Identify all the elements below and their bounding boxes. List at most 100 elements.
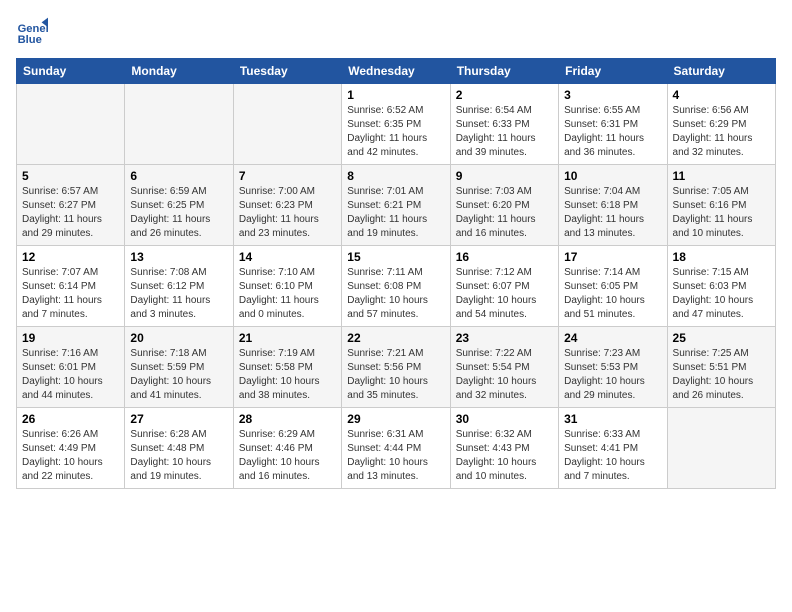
day-number: 22 xyxy=(347,331,444,345)
day-info: Sunrise: 7:14 AM Sunset: 6:05 PM Dayligh… xyxy=(564,266,661,322)
day-info: Sunrise: 6:55 AM Sunset: 6:31 PM Dayligh… xyxy=(564,104,661,160)
calendar-cell: 25 Sunrise: 7:25 AM Sunset: 5:51 PM Dayli… xyxy=(667,327,775,408)
day-info: Sunrise: 6:31 AM Sunset: 4:44 PM Dayligh… xyxy=(347,428,444,484)
day-number: 15 xyxy=(347,250,444,264)
calendar-week-2: 5Sunrise: 6:57 AM Sunset: 6:27 PM Daylig… xyxy=(17,165,776,246)
calendar-cell: 24 Sunrise: 7:23 AM Sunset: 5:53 PM Dayli… xyxy=(559,327,667,408)
day-info: Sunrise: 7:07 AM Sunset: 6:14 PM Dayligh… xyxy=(22,266,119,322)
day-info: Sunrise: 6:33 AM Sunset: 4:41 PM Dayligh… xyxy=(564,428,661,484)
day-info: Sunrise: 6:28 AM Sunset: 4:48 PM Dayligh… xyxy=(130,428,227,484)
day-number: 2 xyxy=(456,88,553,102)
calendar-week-4: 19 Sunrise: 7:16 AM Sunset: 6:01 PM Dayli… xyxy=(17,327,776,408)
calendar-cell: 12 Sunrise: 7:07 AM Sunset: 6:14 PM Dayli… xyxy=(17,246,125,327)
day-number: 5 xyxy=(22,169,119,183)
calendar-cell: 28 Sunrise: 6:29 AM Sunset: 4:46 PM Dayli… xyxy=(233,408,341,489)
calendar-cell xyxy=(17,84,125,165)
day-number: 27 xyxy=(130,412,227,426)
day-info: Sunrise: 7:04 AM Sunset: 6:18 PM Dayligh… xyxy=(564,185,661,241)
day-number: 6 xyxy=(130,169,227,183)
day-number: 31 xyxy=(564,412,661,426)
day-number: 1 xyxy=(347,88,444,102)
calendar-cell: 9 Sunrise: 7:03 AM Sunset: 6:20 PM Daylig… xyxy=(450,165,558,246)
calendar-header-saturday: Saturday xyxy=(667,59,775,84)
day-number: 13 xyxy=(130,250,227,264)
calendar-cell: 8Sunrise: 7:01 AM Sunset: 6:21 PM Daylig… xyxy=(342,165,450,246)
day-number: 30 xyxy=(456,412,553,426)
calendar-cell: 1 Sunrise: 6:52 AM Sunset: 6:35 PM Daylig… xyxy=(342,84,450,165)
day-number: 21 xyxy=(239,331,336,345)
calendar-cell: 15 Sunrise: 7:11 AM Sunset: 6:08 PM Dayli… xyxy=(342,246,450,327)
day-info: Sunrise: 7:25 AM Sunset: 5:51 PM Dayligh… xyxy=(673,347,770,403)
day-number: 14 xyxy=(239,250,336,264)
calendar-cell: 19 Sunrise: 7:16 AM Sunset: 6:01 PM Dayli… xyxy=(17,327,125,408)
calendar-cell: 17 Sunrise: 7:14 AM Sunset: 6:05 PM Dayli… xyxy=(559,246,667,327)
calendar-cell: 29Sunrise: 6:31 AM Sunset: 4:44 PM Dayli… xyxy=(342,408,450,489)
day-number: 26 xyxy=(22,412,119,426)
calendar-cell: 23Sunrise: 7:22 AM Sunset: 5:54 PM Dayli… xyxy=(450,327,558,408)
day-number: 25 xyxy=(673,331,770,345)
day-info: Sunrise: 7:11 AM Sunset: 6:08 PM Dayligh… xyxy=(347,266,444,322)
calendar-cell: 18 Sunrise: 7:15 AM Sunset: 6:03 PM Dayli… xyxy=(667,246,775,327)
day-info: Sunrise: 7:15 AM Sunset: 6:03 PM Dayligh… xyxy=(673,266,770,322)
page-header: General Blue xyxy=(16,16,776,48)
calendar-cell xyxy=(125,84,233,165)
day-number: 20 xyxy=(130,331,227,345)
day-number: 10 xyxy=(564,169,661,183)
day-number: 17 xyxy=(564,250,661,264)
calendar-cell: 21Sunrise: 7:19 AM Sunset: 5:58 PM Dayli… xyxy=(233,327,341,408)
calendar-week-1: 1 Sunrise: 6:52 AM Sunset: 6:35 PM Daylig… xyxy=(17,84,776,165)
calendar-cell: 27 Sunrise: 6:28 AM Sunset: 4:48 PM Dayli… xyxy=(125,408,233,489)
calendar-header-sunday: Sunday xyxy=(17,59,125,84)
calendar-cell: 4 Sunrise: 6:56 AM Sunset: 6:29 PM Daylig… xyxy=(667,84,775,165)
day-info: Sunrise: 6:32 AM Sunset: 4:43 PM Dayligh… xyxy=(456,428,553,484)
calendar-week-3: 12 Sunrise: 7:07 AM Sunset: 6:14 PM Dayli… xyxy=(17,246,776,327)
day-info: Sunrise: 7:12 AM Sunset: 6:07 PM Dayligh… xyxy=(456,266,553,322)
day-info: Sunrise: 6:56 AM Sunset: 6:29 PM Dayligh… xyxy=(673,104,770,160)
day-number: 18 xyxy=(673,250,770,264)
calendar-header-row: SundayMondayTuesdayWednesdayThursdayFrid… xyxy=(17,59,776,84)
calendar-header-thursday: Thursday xyxy=(450,59,558,84)
calendar-cell: 26Sunrise: 6:26 AM Sunset: 4:49 PM Dayli… xyxy=(17,408,125,489)
day-info: Sunrise: 6:59 AM Sunset: 6:25 PM Dayligh… xyxy=(130,185,227,241)
calendar-cell xyxy=(667,408,775,489)
day-number: 9 xyxy=(456,169,553,183)
day-number: 12 xyxy=(22,250,119,264)
calendar-cell: 16Sunrise: 7:12 AM Sunset: 6:07 PM Dayli… xyxy=(450,246,558,327)
calendar-cell: 30 Sunrise: 6:32 AM Sunset: 4:43 PM Dayli… xyxy=(450,408,558,489)
day-info: Sunrise: 6:29 AM Sunset: 4:46 PM Dayligh… xyxy=(239,428,336,484)
logo: General Blue xyxy=(16,16,48,48)
day-info: Sunrise: 7:01 AM Sunset: 6:21 PM Dayligh… xyxy=(347,185,444,241)
calendar-cell: 11Sunrise: 7:05 AM Sunset: 6:16 PM Dayli… xyxy=(667,165,775,246)
calendar-cell: 20 Sunrise: 7:18 AM Sunset: 5:59 PM Dayli… xyxy=(125,327,233,408)
calendar-cell: 7Sunrise: 7:00 AM Sunset: 6:23 PM Daylig… xyxy=(233,165,341,246)
calendar-cell: 13 Sunrise: 7:08 AM Sunset: 6:12 PM Dayli… xyxy=(125,246,233,327)
day-info: Sunrise: 7:10 AM Sunset: 6:10 PM Dayligh… xyxy=(239,266,336,322)
day-info: Sunrise: 7:08 AM Sunset: 6:12 PM Dayligh… xyxy=(130,266,227,322)
calendar-cell: 31 Sunrise: 6:33 AM Sunset: 4:41 PM Dayli… xyxy=(559,408,667,489)
logo-icon: General Blue xyxy=(16,16,48,48)
calendar-header-tuesday: Tuesday xyxy=(233,59,341,84)
calendar-week-5: 26Sunrise: 6:26 AM Sunset: 4:49 PM Dayli… xyxy=(17,408,776,489)
calendar-header-friday: Friday xyxy=(559,59,667,84)
calendar-header-wednesday: Wednesday xyxy=(342,59,450,84)
calendar-cell: 14 Sunrise: 7:10 AM Sunset: 6:10 PM Dayli… xyxy=(233,246,341,327)
calendar-cell xyxy=(233,84,341,165)
day-info: Sunrise: 7:23 AM Sunset: 5:53 PM Dayligh… xyxy=(564,347,661,403)
svg-text:Blue: Blue xyxy=(18,34,42,46)
day-info: Sunrise: 7:03 AM Sunset: 6:20 PM Dayligh… xyxy=(456,185,553,241)
day-info: Sunrise: 7:18 AM Sunset: 5:59 PM Dayligh… xyxy=(130,347,227,403)
calendar-cell: 3 Sunrise: 6:55 AM Sunset: 6:31 PM Daylig… xyxy=(559,84,667,165)
day-info: Sunrise: 7:00 AM Sunset: 6:23 PM Dayligh… xyxy=(239,185,336,241)
calendar-table: SundayMondayTuesdayWednesdayThursdayFrid… xyxy=(16,58,776,489)
day-info: Sunrise: 7:16 AM Sunset: 6:01 PM Dayligh… xyxy=(22,347,119,403)
day-number: 24 xyxy=(564,331,661,345)
day-number: 4 xyxy=(673,88,770,102)
calendar-cell: 22Sunrise: 7:21 AM Sunset: 5:56 PM Dayli… xyxy=(342,327,450,408)
day-number: 28 xyxy=(239,412,336,426)
day-number: 19 xyxy=(22,331,119,345)
calendar-cell: 5Sunrise: 6:57 AM Sunset: 6:27 PM Daylig… xyxy=(17,165,125,246)
day-info: Sunrise: 6:52 AM Sunset: 6:35 PM Dayligh… xyxy=(347,104,444,160)
calendar-cell: 2Sunrise: 6:54 AM Sunset: 6:33 PM Daylig… xyxy=(450,84,558,165)
day-number: 11 xyxy=(673,169,770,183)
day-number: 3 xyxy=(564,88,661,102)
